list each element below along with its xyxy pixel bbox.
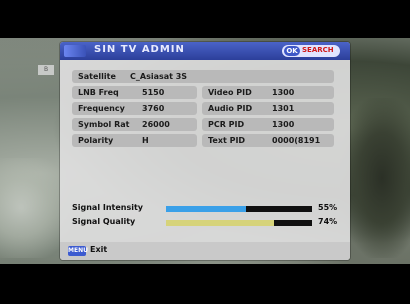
panel-title: SIN TV ADMIN (94, 44, 185, 55)
satellite-label: Satellite (78, 72, 116, 81)
title-bar: SIN TV ADMIN OK SEARCH (60, 42, 350, 60)
signal-quality-bar (166, 220, 312, 226)
signal-intensity-bar (166, 206, 312, 212)
frequency-row: Frequency 3760 (72, 102, 197, 115)
pcr-pid-value: 1300 (272, 120, 295, 129)
signal-quality-label: Signal Quality (72, 217, 136, 226)
polarity-row: Polarity H (72, 134, 197, 147)
polarity-label: Polarity (78, 136, 114, 145)
exit-label[interactable]: Exit (90, 245, 107, 254)
signal-intensity-fill (166, 206, 247, 212)
audio-pid-value: 1301 (272, 104, 295, 113)
polarity-value: H (142, 136, 149, 145)
signal-quality-percent: 74% (318, 217, 338, 226)
signal-info-panel: SIN TV ADMIN OK SEARCH Satellite C_Asias… (60, 42, 350, 260)
ok-key-icon: OK (284, 46, 300, 56)
signal-intensity-percent: 55% (318, 203, 338, 212)
footer-bar: MENU Exit (60, 242, 350, 260)
ok-action-label: SEARCH (302, 46, 334, 54)
text-pid-row: Text PID 0000(8191 (202, 134, 334, 147)
lnb-freq-label: LNB Freq (78, 88, 119, 97)
pcr-pid-row: PCR PID 1300 (202, 118, 334, 131)
audio-pid-label: Audio PID (208, 104, 253, 113)
lnb-freq-row: LNB Freq 5150 (72, 86, 197, 99)
lnb-freq-value: 5150 (142, 88, 165, 97)
symbol-rate-label: Symbol Rat (78, 120, 130, 129)
side-tab: B (38, 65, 54, 75)
satellite-value: C_Asiasat 3S (130, 72, 188, 81)
satellite-row: Satellite C_Asiasat 3S (72, 70, 334, 83)
pcr-pid-label: PCR PID (208, 120, 245, 129)
frequency-value: 3760 (142, 104, 165, 113)
title-decoration-icon (64, 45, 86, 57)
signal-quality-fill (166, 220, 275, 226)
video-pid-value: 1300 (272, 88, 295, 97)
video-pid-label: Video PID (208, 88, 252, 97)
frequency-label: Frequency (78, 104, 125, 113)
symbol-rate-row: Symbol Rat 26000 (72, 118, 197, 131)
background-foliage-right (340, 98, 410, 258)
text-pid-value: 0000(8191 (272, 136, 321, 145)
signal-intensity-label: Signal Intensity (72, 203, 144, 212)
video-pid-row: Video PID 1300 (202, 86, 334, 99)
symbol-rate-value: 26000 (142, 120, 170, 129)
text-pid-label: Text PID (208, 136, 246, 145)
audio-pid-row: Audio PID 1301 (202, 102, 334, 115)
ok-search-button[interactable]: OK SEARCH (282, 45, 340, 57)
menu-key-icon[interactable]: MENU (68, 246, 88, 256)
